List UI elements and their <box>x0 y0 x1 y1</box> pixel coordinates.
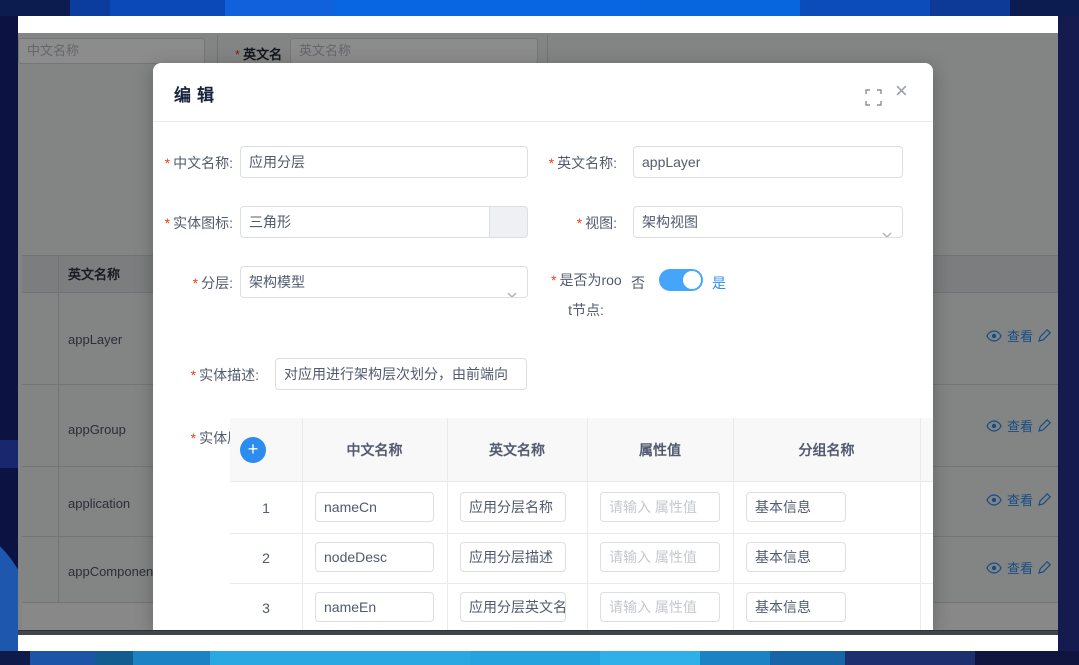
attr-en-input[interactable]: 应用分层英文名 <box>460 592 566 622</box>
field-label-name-cn: *中文名称: <box>153 153 233 173</box>
chevron-down-icon <box>881 219 893 238</box>
edit-modal: 编辑 × *中文名称: 应用分层 *英文名称: appLayer *实体图标: … <box>153 63 933 630</box>
attr-cn-input[interactable]: nodeDesc <box>315 542 434 572</box>
entity-desc-input[interactable]: 对应用进行架构层次划分，由前端向 <box>275 358 527 390</box>
attr-col-divider <box>587 418 588 630</box>
attr-col-divider <box>302 418 303 630</box>
attr-row-divider <box>230 583 933 584</box>
attr-col-divider <box>447 418 448 630</box>
wallpaper-accent-block <box>0 440 18 468</box>
attr-value-input[interactable]: 请输入 属性值 <box>600 542 720 572</box>
wallpaper-bottom-accent <box>0 651 1079 665</box>
attr-group-input[interactable]: 基本信息 <box>746 492 846 522</box>
wallpaper-curve-shape <box>0 511 18 651</box>
required-star: * <box>165 155 170 171</box>
entity-icon-input[interactable]: 三角形 <box>240 206 490 238</box>
app-window: 中文名称 *英文名 英文名称 英文名称 appLayer 查看 appGroup… <box>18 16 1058 652</box>
required-star: * <box>191 430 196 446</box>
field-label-view: *视图: <box>533 213 617 233</box>
attr-col-divider <box>733 418 734 630</box>
required-star: * <box>165 215 170 231</box>
toggle-off-text: 否 <box>631 273 645 293</box>
attr-value-input[interactable]: 请输入 属性值 <box>600 492 720 522</box>
attr-table: + 中文名称 英文名称 属性值 分组名称 1 nameCn 应用分层名称 请输入… <box>230 418 933 630</box>
attr-en-input[interactable]: 应用分层描述 <box>460 542 566 572</box>
fullscreen-icon[interactable] <box>865 89 882 106</box>
attr-group-input[interactable]: 基本信息 <box>746 542 846 572</box>
attr-value-input[interactable]: 请输入 属性值 <box>600 592 720 622</box>
field-label-is-root-line1: *是否为roo <box>551 270 621 290</box>
wallpaper-left-edge <box>0 16 18 651</box>
layer-select[interactable]: 架构模型 <box>240 266 528 298</box>
attr-cn-input[interactable]: nameEn <box>315 592 434 622</box>
modal-title: 编辑 <box>174 81 220 106</box>
required-star: * <box>193 275 198 291</box>
attr-row-index: 2 <box>230 550 302 566</box>
wallpaper-right-edge <box>1058 16 1079 651</box>
field-label-layer: *分层: <box>153 273 233 293</box>
attr-group-input[interactable]: 基本信息 <box>746 592 846 622</box>
window-bottom-band <box>18 630 1058 635</box>
attr-row-index: 3 <box>230 600 302 616</box>
attr-col-header-group: 分组名称 <box>733 418 920 482</box>
page-content: 中文名称 *英文名 英文名称 英文名称 appLayer 查看 appGroup… <box>18 33 1058 630</box>
name-en-input[interactable]: appLayer <box>633 146 903 178</box>
attr-col-divider <box>920 418 921 630</box>
wallpaper-top-accent <box>0 0 1079 16</box>
toggle-on-text: 是 <box>712 273 726 293</box>
chevron-down-icon <box>506 279 518 298</box>
required-star: * <box>549 155 554 171</box>
required-star: * <box>191 367 196 383</box>
attr-en-input[interactable]: 应用分层名称 <box>460 492 566 522</box>
attr-col-header-en: 英文名称 <box>447 418 587 482</box>
attr-cn-input[interactable]: nameCn <box>315 492 434 522</box>
icon-preview-box[interactable] <box>490 206 528 238</box>
field-label-entity-icon: *实体图标: <box>153 213 233 233</box>
field-label-name-en: *英文名称: <box>533 153 617 173</box>
close-icon[interactable]: × <box>895 80 908 102</box>
add-attr-button[interactable]: + <box>240 437 266 463</box>
field-label-entity-desc: *实体描述: <box>169 365 259 385</box>
required-star: * <box>551 272 556 288</box>
modal-header-divider <box>153 121 933 122</box>
attr-col-header-value: 属性值 <box>587 418 733 482</box>
view-select[interactable]: 架构视图 <box>633 206 903 238</box>
attr-col-header-cn: 中文名称 <box>302 418 447 482</box>
required-star: * <box>577 215 582 231</box>
field-label-is-root-line2: t节点: <box>551 300 621 320</box>
attr-row-divider <box>230 533 933 534</box>
name-cn-input[interactable]: 应用分层 <box>240 146 528 178</box>
toggle-knob <box>683 271 701 289</box>
attr-row-index: 1 <box>230 500 302 516</box>
root-toggle[interactable] <box>659 269 703 291</box>
